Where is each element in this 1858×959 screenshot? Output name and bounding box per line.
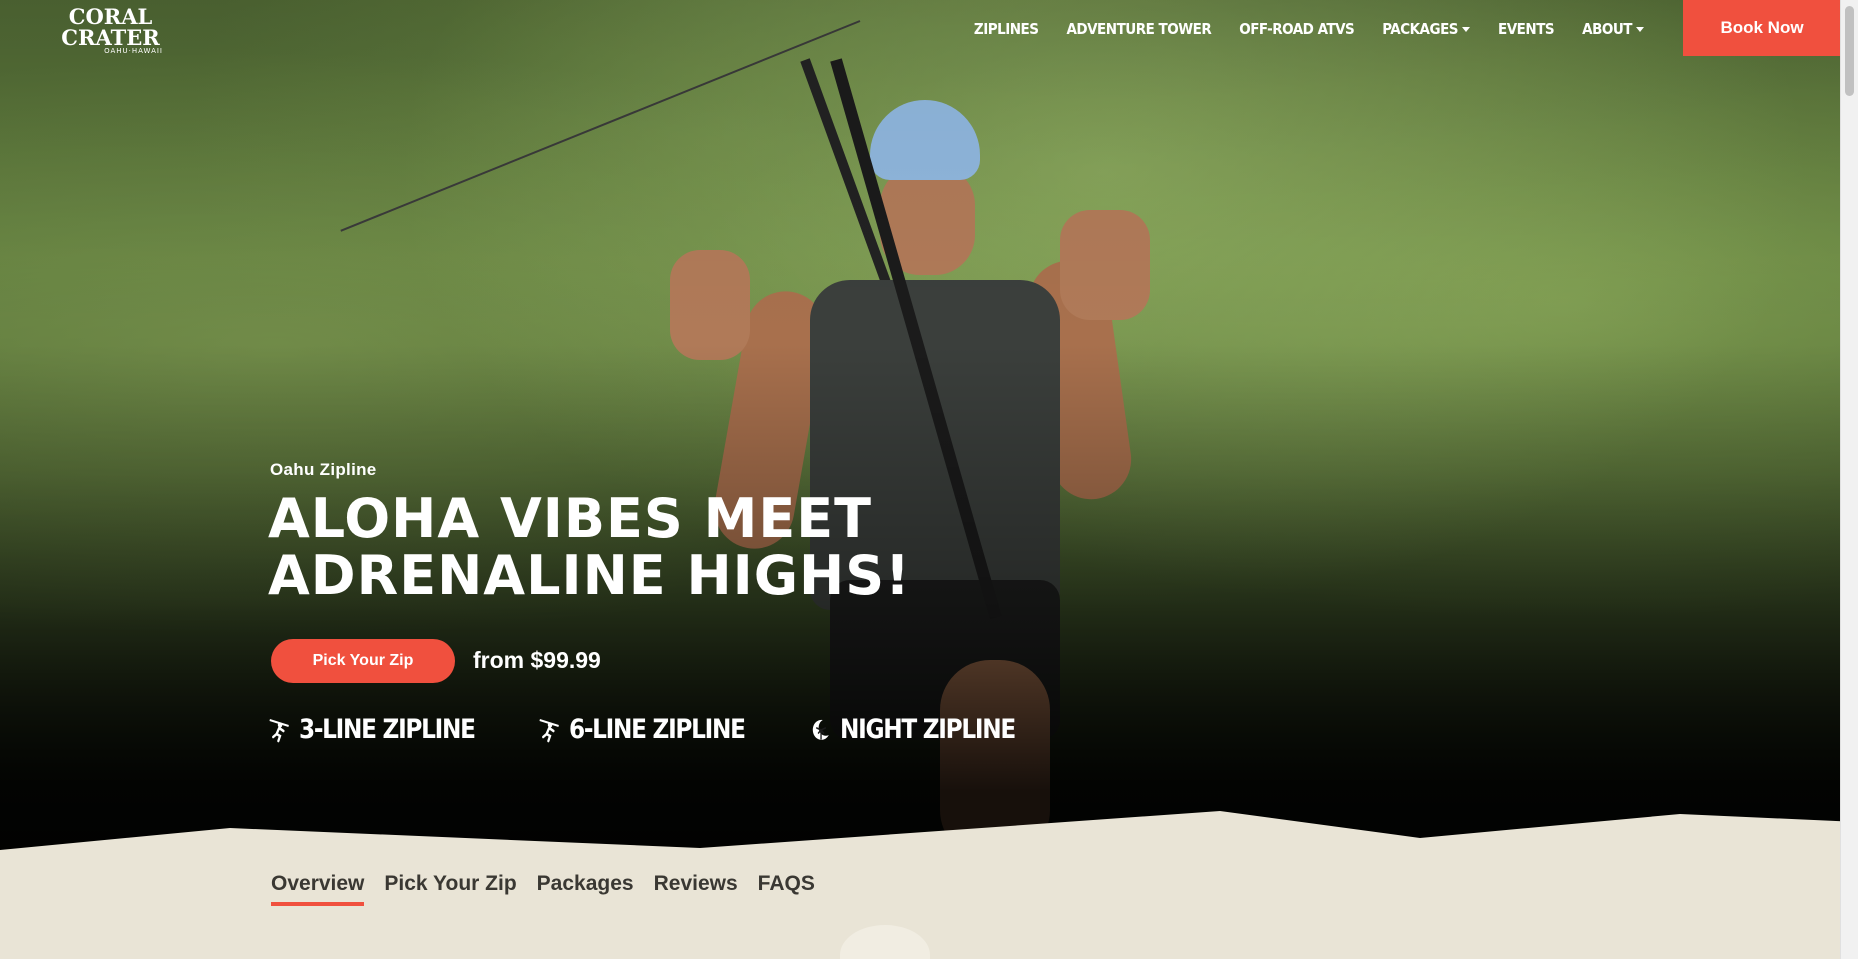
- price-label: from $99.99: [473, 647, 601, 673]
- hero-section: Oahu Zipline ALOHA VIBES MEET ADRENALINE…: [0, 0, 1840, 860]
- feature-label: NIGHT ZIPLINE: [839, 714, 1016, 745]
- wave-divider: [0, 811, 1858, 870]
- logo-line2: CRATER: [61, 25, 160, 50]
- section-tabs: Overview Pick Your Zip Packages Reviews …: [271, 872, 815, 906]
- hero-headline-line1: ALOHA VIBES MEET: [268, 487, 872, 550]
- tab-pick-your-zip[interactable]: Pick Your Zip: [384, 872, 516, 906]
- feature-3-line-zipline[interactable]: 3-LINE ZIPLINE: [268, 714, 476, 745]
- feature-label: 6-LINE ZIPLINE: [569, 714, 746, 745]
- tab-packages[interactable]: Packages: [537, 872, 634, 906]
- chevron-down-icon: [1462, 26, 1471, 32]
- tab-faqs[interactable]: FAQS: [758, 872, 815, 906]
- tab-reviews[interactable]: Reviews: [654, 872, 738, 906]
- chevron-down-icon: [1636, 26, 1644, 32]
- feature-label: 3-LINE ZIPLINE: [298, 714, 476, 745]
- nav-item-off-road-atvs[interactable]: OFF-ROAD ATVS: [1225, 16, 1368, 42]
- feature-list: 3-LINE ZIPLINE 6-LINE ZIPLINE NIGHT ZIPL…: [268, 714, 1048, 745]
- hero-headline: ALOHA VIBES MEET ADRENALINE HIGHS!: [268, 490, 968, 604]
- pick-your-zip-button[interactable]: Pick Your Zip: [271, 639, 455, 683]
- feature-night-zipline[interactable]: NIGHT ZIPLINE: [809, 714, 1016, 745]
- tab-overview[interactable]: Overview: [271, 872, 365, 906]
- logo-line1: CORAL: [68, 4, 153, 29]
- feature-6-line-zipline[interactable]: 6-LINE ZIPLINE: [538, 714, 746, 745]
- nav-item-ziplines[interactable]: ZIPLINES: [960, 16, 1053, 42]
- nav-item-about[interactable]: ABOUT: [1568, 16, 1658, 42]
- hero-headline-line2: ADRENALINE HIGHS!: [268, 544, 911, 607]
- nav-item-packages[interactable]: PACKAGES: [1368, 16, 1484, 42]
- scrollbar-thumb[interactable]: [1845, 6, 1854, 96]
- nav-item-adventure-tower[interactable]: ADVENTURE TOWER: [1052, 16, 1225, 42]
- nav-item-events[interactable]: EVENTS: [1484, 16, 1568, 42]
- decorative-shape: [840, 925, 930, 959]
- coral-crater-logo[interactable]: CORAL CRATER OAHU·HAWAII: [38, 6, 183, 55]
- main-nav: ZIPLINES ADVENTURE TOWER OFF-ROAD ATVS P…: [960, 16, 1658, 42]
- zipline-rider-icon: [269, 718, 289, 742]
- hero-eyebrow: Oahu Zipline: [270, 460, 377, 479]
- zipline-rider-icon: [539, 718, 560, 742]
- moon-palm-icon: [812, 719, 829, 740]
- book-now-button[interactable]: Book Now: [1683, 0, 1841, 56]
- page: Oahu Zipline ALOHA VIBES MEET ADRENALINE…: [0, 0, 1858, 959]
- page-scrollbar[interactable]: [1840, 0, 1858, 959]
